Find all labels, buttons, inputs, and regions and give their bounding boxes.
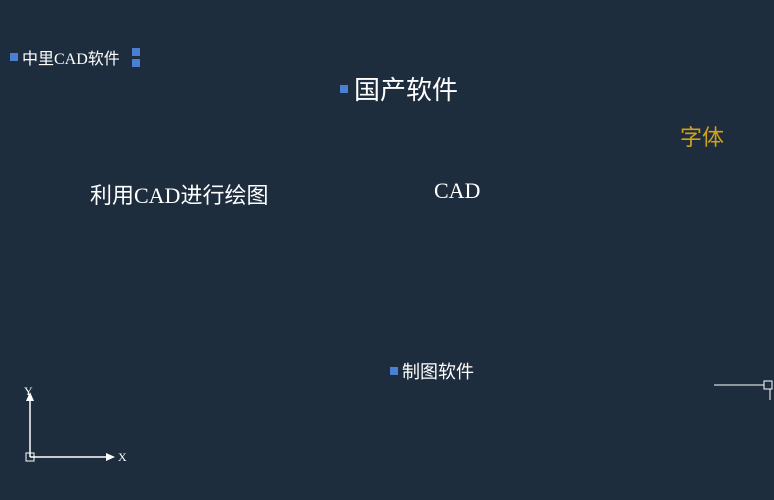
crosshair-right — [714, 370, 774, 405]
middle-left-text: 利用CAD进行绘图 — [90, 178, 268, 210]
axis-svg: Y X — [10, 387, 130, 467]
blue-marker-3 — [132, 59, 140, 67]
top-right-text: 字体 — [680, 120, 724, 152]
cad-canvas: 中里CAD软件 国产软件 字体 利用CAD进行绘图 CAD 制图软件 Y — [0, 0, 774, 500]
svg-text:Y: Y — [24, 387, 33, 398]
blue-marker-4 — [340, 85, 348, 93]
top-left-label-group: 中里CAD软件 — [10, 45, 140, 69]
top-center-label-group: 国产软件 — [340, 70, 458, 107]
top-center-text: 国产软件 — [354, 70, 458, 107]
blue-marker-5 — [390, 367, 398, 375]
crosshair-svg — [714, 370, 774, 400]
bottom-center-text: 制图软件 — [402, 358, 474, 384]
blue-marker-2 — [132, 48, 140, 56]
bottom-center-label-group: 制图软件 — [390, 358, 474, 384]
coordinate-axis: Y X — [10, 387, 130, 472]
blue-marker-1 — [10, 53, 18, 61]
top-left-text: 中里CAD软件 — [22, 45, 120, 69]
svg-text:X: X — [118, 450, 127, 464]
middle-center-text: CAD — [434, 178, 480, 204]
